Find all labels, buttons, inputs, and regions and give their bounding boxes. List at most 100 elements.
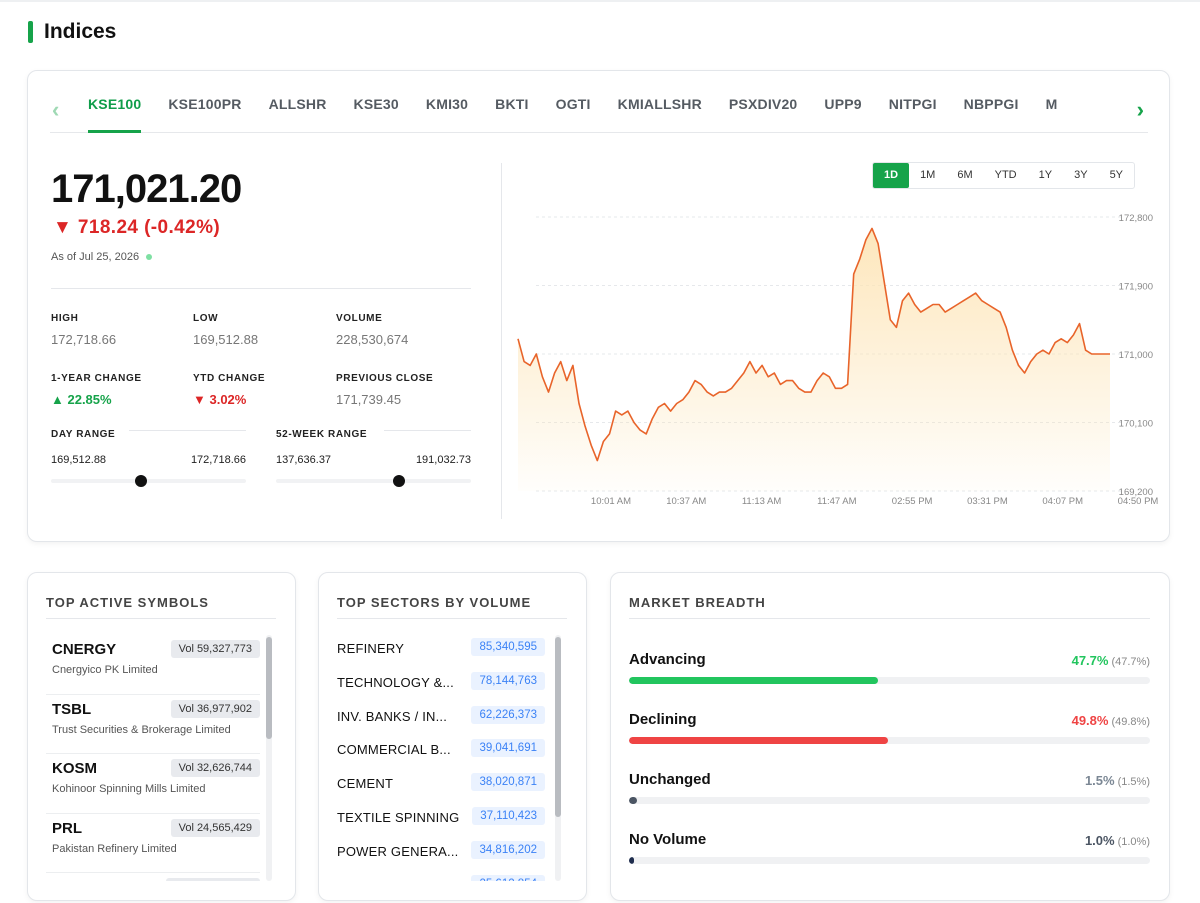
top-border — [0, 0, 1200, 2]
timeframe-5y[interactable]: 5Y — [1099, 163, 1134, 188]
stat-label: YTD CHANGE — [193, 373, 266, 384]
list-item[interactable]: TEXTILE SPINNING 37,110,423 — [337, 804, 547, 838]
timeframe-6m[interactable]: 6M — [946, 163, 983, 188]
list-item[interactable]: PROPERTY 25,612,854 — [337, 872, 547, 881]
tab-nitpgi[interactable]: NITPGI — [889, 91, 937, 133]
list-item[interactable]: INV. BANKS / IN... 62,226,373 — [337, 703, 547, 737]
timeframe-3y[interactable]: 3Y — [1063, 163, 1098, 188]
top-sectors-scrollbar[interactable] — [555, 635, 561, 881]
tab-kse30[interactable]: KSE30 — [354, 91, 399, 133]
stat-value: ▼ 3.02% — [193, 392, 247, 407]
tab-kse100pr[interactable]: KSE100PR — [168, 91, 241, 133]
tab-m[interactable]: M — [1046, 91, 1058, 133]
tab-ogti[interactable]: OGTI — [556, 91, 591, 133]
breadth-percent-value: 49.8% — [1071, 713, 1109, 728]
range-label: DAY RANGE — [51, 429, 116, 440]
stat-value: 172,718.66 — [51, 332, 117, 347]
range-high: 172,718.66 — [190, 454, 246, 466]
list-item[interactable]: REFINERY 85,340,595 — [337, 635, 547, 669]
tab-kmi30[interactable]: KMI30 — [426, 91, 468, 133]
symbol-name: Kohinoor Spinning Mills Limited — [52, 783, 206, 795]
breadth-percent-paren: (47.7%) — [1111, 656, 1150, 668]
stat-label: VOLUME — [336, 313, 383, 324]
tab-nbppgi[interactable]: NBPPGI — [964, 91, 1019, 133]
title-accent-bar — [28, 21, 33, 43]
tab-bkti[interactable]: BKTI — [495, 91, 528, 133]
y-tick-label: 172,800 — [1119, 213, 1153, 224]
scrollbar-thumb[interactable] — [555, 637, 561, 817]
symbol-code: KOSM — [52, 760, 97, 777]
index-change: ▼ 718.24 (-0.42%) — [53, 217, 221, 238]
card-title: TOP SECTORS BY VOLUME — [337, 595, 532, 610]
tab-strip: KSE100 KSE100PR ALLSHR KSE30 KMI30 BKTI OGTI KM… — [88, 91, 1128, 133]
list-item[interactable]: CEMENT 38,020,871 — [337, 770, 547, 804]
x-tick-label: 02:55 PM — [892, 496, 933, 507]
x-tick-label: 04:50 PM — [1118, 496, 1159, 507]
list-item[interactable]: CNERGY Cnergyico PK Limited Vol 59,327,773 — [46, 635, 260, 695]
breadth-fill — [629, 737, 889, 744]
timeframe-selector: 1D 1M 6M YTD 1Y 3Y 5Y — [872, 162, 1136, 189]
tab-upp9[interactable]: UPP9 — [824, 91, 861, 133]
sector-name: CEMENT — [337, 776, 394, 792]
range-low: 169,512.88 — [51, 454, 107, 466]
index-price-chart[interactable]: 172,800171,900171,000170,100169,20010:01… — [508, 201, 1168, 516]
symbol-name: Trust Securities & Brokerage Limited — [52, 723, 231, 736]
range-marker — [134, 475, 147, 487]
volume-badge: 39,041,691 — [471, 739, 545, 758]
as-of-date: As of Jul 25, 2026 — [51, 251, 153, 263]
volume-badge: Vol 24,565,429 — [170, 818, 260, 837]
symbol-code: TSBL — [52, 700, 92, 718]
breadth-row-unchanged: Unchanged 1.5% (1.5%) — [629, 771, 1150, 821]
index-card: ‹ KSE100 KSE100PR ALLSHR KSE30 KMI30 BKTI OGTI… — [27, 70, 1170, 542]
breadth-percent-paren: (1.0%) — [1117, 836, 1150, 848]
tab-kmiallshr[interactable]: KMIALLSHR — [618, 91, 702, 133]
breadth-label: Declining — [629, 711, 697, 728]
section-title: Indices — [28, 20, 116, 44]
timeframe-1m[interactable]: 1M — [909, 163, 946, 188]
breadth-fill — [629, 677, 878, 684]
breadth-percent-paren: (49.8%) — [1111, 716, 1150, 728]
tab-kse100[interactable]: KSE100 — [88, 91, 142, 133]
range-label: 52-WEEK RANGE — [276, 429, 368, 440]
range-label-rule — [129, 430, 246, 431]
sector-name: PROPERTY — [337, 878, 410, 881]
sector-name: POWER GENERA... — [337, 843, 459, 859]
list-item[interactable]: TECHNOLOGY &... 78,144,763 — [337, 669, 547, 703]
list-item[interactable]: WTL — [46, 873, 260, 881]
stat-label: 1-YEAR CHANGE — [51, 373, 142, 384]
scrollbar-thumb[interactable] — [266, 637, 272, 739]
breadth-fill — [629, 857, 635, 864]
tab-allshr[interactable]: ALLSHR — [269, 91, 327, 133]
list-item[interactable]: PRL Pakistan Refinery Limited Vol 24,565,4… — [46, 814, 260, 873]
volume-badge — [166, 878, 260, 881]
card-title-rule — [337, 618, 567, 619]
breadth-label: Advancing — [629, 651, 706, 668]
breadth-row-declining: Declining 49.8% (49.8%) — [629, 711, 1150, 761]
breadth-row-advancing: Advancing 47.7% (47.7%) — [629, 651, 1150, 701]
timeframe-ytd[interactable]: YTD — [984, 163, 1028, 188]
list-item[interactable]: KOSM Kohinoor Spinning Mills Limited Vol 3… — [46, 754, 260, 814]
list-item[interactable]: POWER GENERA... 34,816,202 — [337, 838, 547, 872]
chevron-right-icon[interactable]: › — [1137, 97, 1144, 123]
volume-badge: Vol 36,977,902 — [170, 699, 260, 718]
range-high: 191,032.73 — [415, 454, 471, 466]
breadth-percent-value: 47.7% — [1071, 653, 1109, 668]
range-marker — [392, 475, 405, 487]
stat-value: 171,739.45 — [336, 392, 402, 407]
stat-low: LOW 169,512.88 — [193, 313, 258, 347]
index-value: 171,021.20 — [51, 167, 242, 211]
chevron-left-icon[interactable]: ‹ — [52, 97, 59, 123]
timeframe-1d[interactable]: 1D — [873, 163, 910, 188]
top-active-scrollbar[interactable] — [266, 635, 272, 881]
stat-label: PREVIOUS CLOSE — [336, 373, 434, 384]
top-sectors-card: TOP SECTORS BY VOLUME REFINERY 85,340,595… — [318, 572, 587, 901]
page-title: Indices — [44, 20, 117, 43]
y-tick-label: 170,100 — [1119, 419, 1153, 430]
tab-psxdiv20[interactable]: PSXDIV20 — [729, 91, 798, 133]
timeframe-1y[interactable]: 1Y — [1028, 163, 1063, 188]
list-item[interactable]: TSBL Trust Securities & Brokerage Limited… — [46, 695, 260, 754]
breadth-label: Unchanged — [629, 771, 711, 788]
volume-badge: 78,144,763 — [471, 671, 545, 690]
volume-badge: Vol 59,327,773 — [170, 640, 260, 658]
list-item[interactable]: COMMERCIAL B... 39,041,691 — [337, 736, 547, 770]
